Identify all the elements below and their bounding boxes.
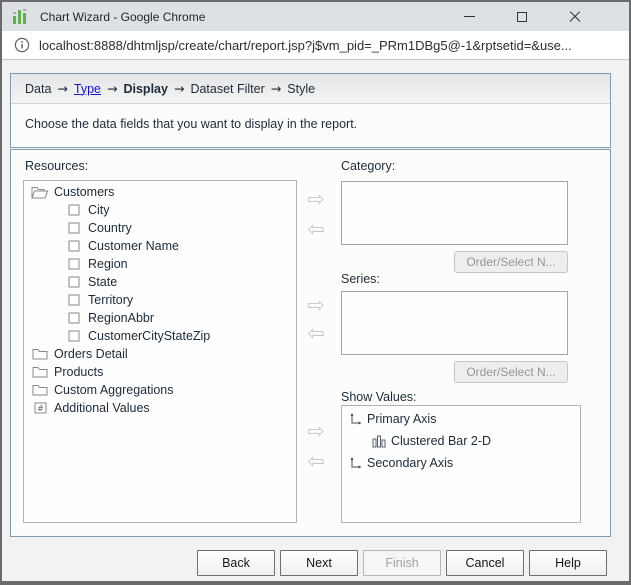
resource-item-state[interactable]: State [24, 273, 296, 291]
resource-item-city[interactable]: City [24, 201, 296, 219]
hash-field-icon: # [30, 402, 50, 414]
folder-icon [30, 366, 50, 378]
show-values-tree: Primary Axis Clustered Bar 2-D Secondary A… [341, 405, 581, 523]
breadcrumb-step-style[interactable]: Style [287, 82, 315, 96]
add-to-category-arrow-icon[interactable] [304, 188, 328, 212]
cancel-button[interactable]: Cancel [446, 550, 524, 576]
breadcrumb-arrow-icon: → [57, 81, 68, 96]
series-order-select-button[interactable]: Order/Select N... [454, 361, 568, 383]
resource-item-label: Orders Detail [54, 347, 128, 361]
resource-item-customercitystatezip[interactable]: CustomerCityStateZip [24, 327, 296, 345]
chart-wizard-window: Chart Wizard - Google Chrome localhost:8… [0, 0, 631, 585]
close-icon [569, 11, 581, 23]
field-icon [64, 204, 84, 216]
resource-item-customer-name[interactable]: Customer Name [24, 237, 296, 255]
show-values-item-primary-axis[interactable]: Primary Axis [342, 408, 580, 430]
field-icon [64, 294, 84, 306]
resource-item-region[interactable]: Region [24, 255, 296, 273]
wizard-header-panel: Data → Type → Display → Dataset Filter →… [10, 73, 611, 148]
resource-item-label: State [88, 275, 118, 289]
resource-item-additional-values[interactable]: # Additional Values [24, 399, 296, 417]
resource-item-label: Custom Aggregations [54, 383, 174, 397]
breadcrumb-arrow-icon: → [270, 81, 282, 96]
resource-item-country[interactable]: Country [24, 219, 296, 237]
resource-item-label: CustomerCityStateZip [88, 329, 211, 343]
category-label: Category: [341, 159, 396, 173]
show-values-item-label: Primary Axis [367, 412, 437, 426]
svg-text:#: # [37, 404, 44, 413]
finish-button[interactable]: Finish [363, 550, 441, 576]
window-controls [431, 2, 590, 31]
category-order-select-button[interactable]: Order/Select N... [454, 251, 568, 273]
field-icon [64, 312, 84, 324]
resource-item-territory[interactable]: Territory [24, 291, 296, 309]
field-icon [64, 222, 84, 234]
resource-item-label: Additional Values [54, 401, 150, 415]
folder-icon [30, 384, 50, 396]
breadcrumb: Data → Type → Display → Dataset Filter →… [11, 74, 610, 104]
folder-open-icon [30, 186, 50, 199]
breadcrumb-arrow-icon: → [173, 81, 185, 96]
resource-item-label: Products [54, 365, 104, 379]
window-title: Chart Wizard - Google Chrome [40, 9, 206, 24]
remove-from-series-arrow-icon[interactable] [304, 322, 328, 346]
resource-item-label: Country [88, 221, 132, 235]
breadcrumb-step-type[interactable]: Type [74, 82, 101, 96]
remove-from-category-arrow-icon[interactable] [304, 218, 328, 242]
show-values-label: Show Values: [341, 390, 417, 404]
resource-item-customers[interactable]: Customers [24, 183, 296, 201]
resources-tree: Customers City Country Customer Name Region S… [23, 180, 297, 523]
field-icon [64, 240, 84, 252]
breadcrumb-step-data[interactable]: Data [25, 82, 51, 96]
close-button[interactable] [560, 2, 590, 31]
title-bar: Chart Wizard - Google Chrome [2, 2, 629, 31]
resource-item-label: Territory [88, 293, 134, 307]
resource-item-products[interactable]: Products [24, 363, 296, 381]
minimize-button[interactable] [454, 2, 484, 31]
address-bar: localhost:8888/dhtmljsp/create/chart/rep… [2, 31, 629, 60]
maximize-button[interactable] [507, 2, 537, 31]
show-values-item-label: Secondary Axis [367, 456, 454, 470]
instruction-text: Choose the data fields that you want to … [25, 117, 358, 131]
resource-item-custom-aggregations[interactable]: Custom Aggregations [24, 381, 296, 399]
remove-from-values-arrow-icon[interactable] [304, 450, 328, 474]
wizard-body-panel: Resources: Customers City Country Customer … [10, 149, 611, 537]
series-list[interactable] [341, 291, 568, 355]
add-to-values-arrow-icon[interactable] [304, 420, 328, 444]
breadcrumb-step-dataset-filter[interactable]: Dataset Filter [190, 82, 264, 96]
help-button[interactable]: Help [529, 550, 607, 576]
axis-icon [345, 412, 364, 426]
field-icon [64, 330, 84, 342]
series-label: Series: [341, 272, 380, 286]
resource-item-label: Region [88, 257, 128, 271]
show-values-item-clustered-bar-2-d[interactable]: Clustered Bar 2-D [342, 430, 580, 452]
field-icon [64, 276, 84, 288]
resource-item-regionabbr[interactable]: RegionAbbr [24, 309, 296, 327]
axis-icon [345, 456, 364, 470]
show-values-item-secondary-axis[interactable]: Secondary Axis [342, 452, 580, 474]
breadcrumb-arrow-icon: → [107, 81, 118, 96]
page-info-icon[interactable] [14, 37, 30, 53]
folder-icon [30, 348, 50, 360]
breadcrumb-step-display: Display [123, 81, 168, 96]
maximize-icon [517, 11, 527, 22]
next-button[interactable]: Next [280, 550, 358, 576]
resources-label: Resources: [25, 159, 89, 173]
minimize-icon [463, 16, 475, 17]
category-list[interactable] [341, 181, 568, 245]
field-icon [64, 258, 84, 270]
add-to-series-arrow-icon[interactable] [304, 294, 328, 318]
resource-item-orders-detail[interactable]: Orders Detail [24, 345, 296, 363]
resource-item-label: Customers [54, 185, 115, 199]
resource-item-label: City [88, 203, 110, 217]
show-values-item-label: Clustered Bar 2-D [391, 434, 492, 448]
url-text[interactable]: localhost:8888/dhtmljsp/create/chart/rep… [39, 38, 572, 53]
back-button[interactable]: Back [197, 550, 275, 576]
resource-item-label: Customer Name [88, 239, 179, 253]
bar-chart-icon [369, 435, 388, 448]
resource-item-label: RegionAbbr [88, 311, 155, 325]
app-logo-icon [12, 8, 30, 25]
